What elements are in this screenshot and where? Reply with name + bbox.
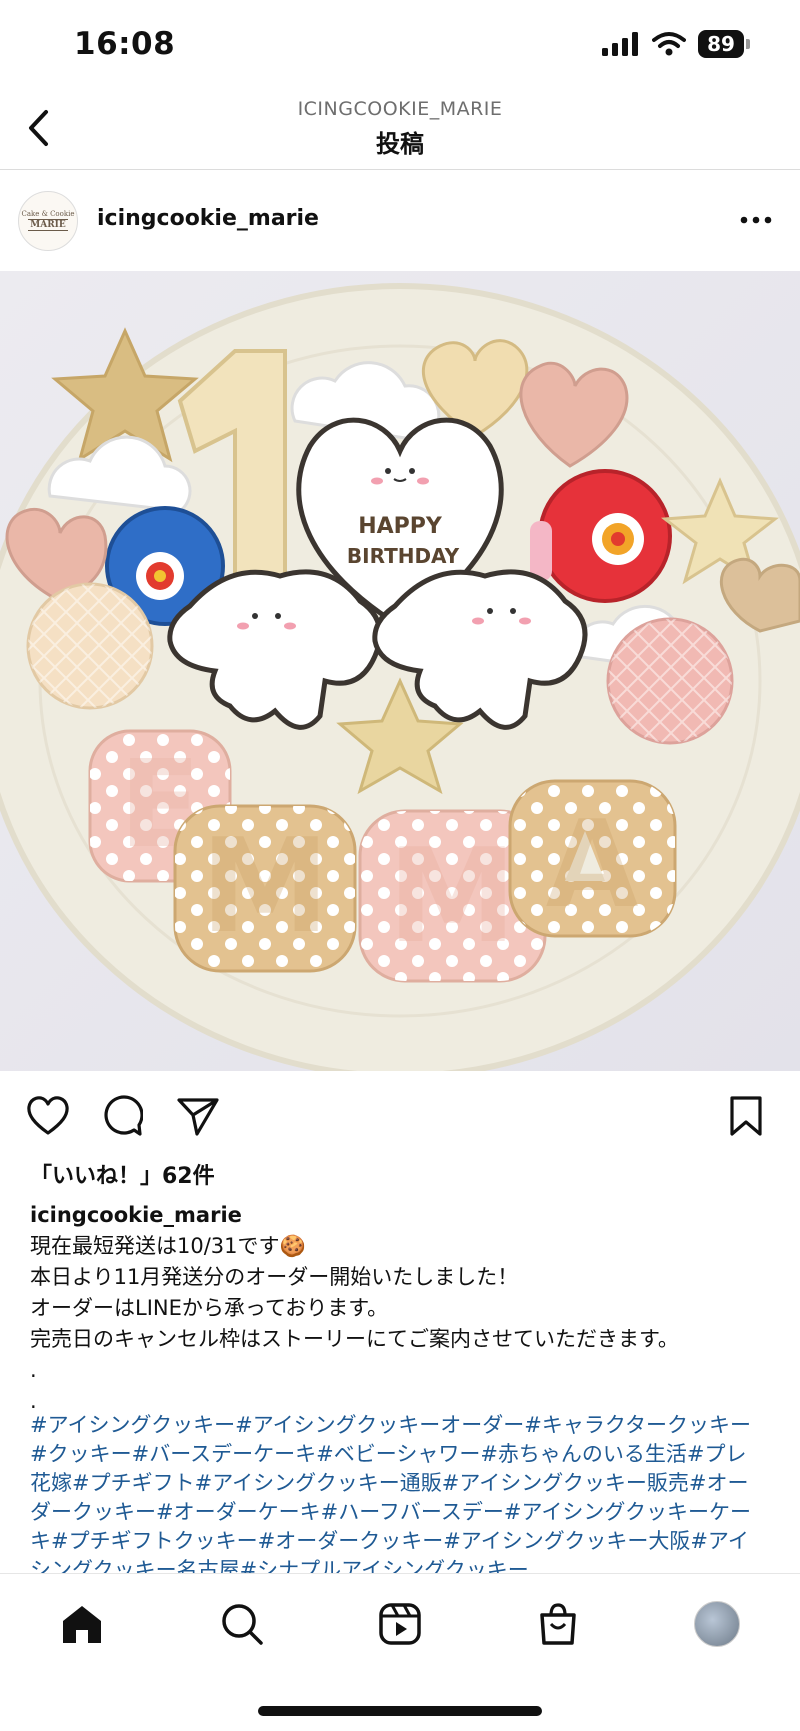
post-photo[interactable]: HAPPY BIRTHDAY E M M A	[0, 271, 800, 1071]
caption-line: 完売日のキャンセル枠はストーリーにてご案内させていただきます。	[30, 1327, 679, 1351]
nav-subtitle: ICINGCOOKIE_MARIE	[297, 98, 503, 120]
tab-shop[interactable]	[530, 1596, 586, 1652]
post-actions	[0, 1080, 800, 1150]
bookmark-icon	[730, 1096, 762, 1136]
status-time: 16:08	[74, 26, 176, 62]
save-button[interactable]	[722, 1092, 770, 1140]
caption-line: 本日より11月発送分のオーダー開始いたしました！	[30, 1265, 519, 1289]
letter-cookie-m1: M	[200, 810, 329, 962]
cellular-signal-icon	[602, 32, 638, 56]
battery-cap	[746, 39, 750, 49]
cookie-plate-illustration: HAPPY BIRTHDAY E M M A	[0, 283, 800, 1071]
status-bar: 16:08 89	[0, 0, 800, 90]
home-indicator	[258, 1706, 542, 1716]
nav-header: ICINGCOOKIE_MARIE 投稿	[0, 90, 800, 170]
search-icon	[222, 1604, 263, 1645]
post-username[interactable]: icingcookie_marie	[97, 206, 319, 231]
caption-username-line: icingcookie_marie	[30, 1200, 770, 1231]
caption-dot: .	[30, 1358, 37, 1382]
like-button[interactable]	[24, 1092, 72, 1140]
comment-icon	[104, 1095, 143, 1136]
post-caption: icingcookie_marie 現在最短発送は10/31です🍪 本日より11…	[30, 1200, 770, 1417]
avatar-brand-main: MARIE	[28, 219, 68, 232]
avatar-brand-text: Cake & Cookie	[21, 209, 75, 218]
wifi-icon	[652, 32, 686, 56]
shop-icon	[540, 1603, 576, 1645]
caption-line: 現在最短発送は10/31です🍪	[30, 1234, 306, 1258]
caption-hashtags[interactable]: #アイシングクッキー#アイシングクッキーオーダー#キャラクタークッキー#クッキー…	[30, 1411, 765, 1573]
home-icon	[63, 1606, 101, 1643]
tab-home[interactable]	[54, 1596, 110, 1652]
send-icon	[177, 1098, 219, 1136]
tab-reels[interactable]	[372, 1596, 428, 1652]
tab-profile[interactable]	[694, 1601, 740, 1647]
more-options-button[interactable]	[736, 205, 776, 235]
tab-search[interactable]	[214, 1596, 270, 1652]
letter-cookie-a: A	[546, 796, 639, 935]
share-button[interactable]	[174, 1092, 222, 1140]
cookie-text-line2: BIRTHDAY	[347, 544, 460, 568]
status-icons: 89	[602, 30, 750, 58]
more-horizontal-icon	[740, 216, 772, 224]
caption-username[interactable]: icingcookie_marie	[30, 1203, 242, 1227]
avatar[interactable]: Cake & Cookie MARIE	[18, 191, 78, 251]
caption-line: オーダーはLINEから承っております。	[30, 1296, 389, 1320]
page-title: 投稿	[376, 130, 424, 158]
cookie-text-line1: HAPPY	[358, 514, 443, 539]
likes-count[interactable]: 「いいね！」62件	[30, 1158, 215, 1190]
battery-level: 89	[698, 30, 744, 58]
reels-icon	[379, 1603, 421, 1645]
letter-cookie-m2: M	[387, 820, 516, 972]
post-header: Cake & Cookie MARIE icingcookie_marie	[0, 171, 800, 271]
heart-icon	[27, 1096, 69, 1135]
comment-button[interactable]	[98, 1092, 146, 1140]
battery-indicator: 89	[698, 30, 750, 58]
